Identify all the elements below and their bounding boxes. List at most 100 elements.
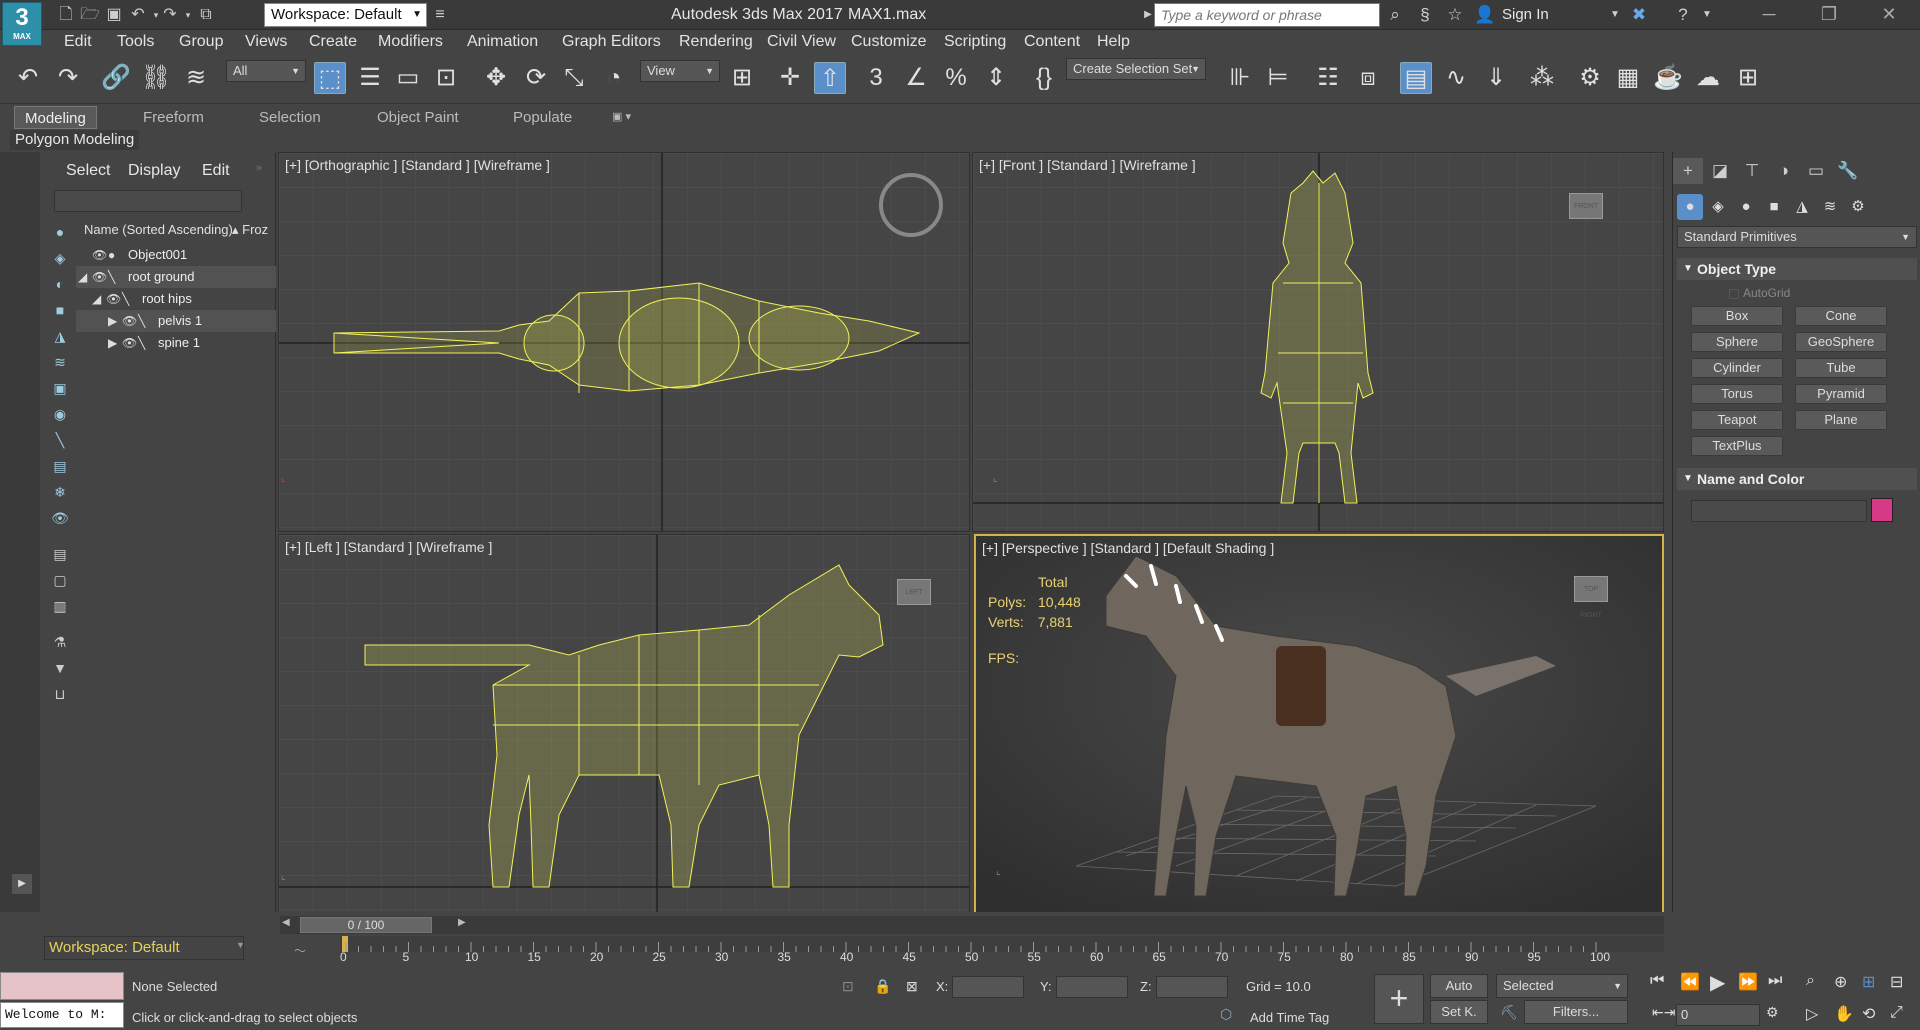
visibility-eye-icon[interactable]: 👁 [92, 244, 107, 266]
object-type-rollout-header[interactable]: ▼ Object Type [1677, 258, 1917, 280]
display-shapes-icon[interactable]: ◈ [50, 248, 70, 268]
sync-selection-icon[interactable]: ⚗ [50, 632, 70, 652]
time-configuration-icon[interactable]: ⚙ [1766, 1004, 1779, 1021]
menu-views[interactable]: Views [245, 30, 287, 54]
menu-create[interactable]: Create [309, 30, 357, 54]
spacewarps-category-icon[interactable]: ≋ [1817, 194, 1843, 220]
placement-icon[interactable]: ◔ [598, 62, 630, 94]
display-xrefs-icon[interactable]: ◉ [50, 404, 70, 424]
sign-in-link[interactable]: Sign In [1502, 0, 1549, 30]
primitive-type-dropdown[interactable]: Standard Primitives ▼ [1677, 226, 1917, 248]
filter-icon[interactable]: ▼ [50, 658, 70, 678]
viewport-orthographic[interactable]: [+] [Orthographic ] [Standard ] [Wirefra… [278, 152, 970, 532]
maximize-button[interactable]: ❐ [1806, 0, 1852, 30]
visibility-eye-icon[interactable]: 👁 [122, 310, 137, 332]
menu-rendering[interactable]: Rendering [679, 30, 753, 54]
hierarchy-tab-icon[interactable]: ⊤ [1737, 158, 1767, 184]
create-tube-button[interactable]: Tube [1795, 358, 1887, 378]
set-key-icon[interactable]: + [1374, 974, 1424, 1024]
percent-snap-icon[interactable]: % [940, 62, 972, 94]
tree-row-object001[interactable]: 👁 ● Object001 [76, 244, 276, 266]
quick-access-menu-icon[interactable]: ≡ [430, 5, 450, 25]
display-cameras-icon[interactable]: ■ [50, 300, 70, 320]
rectangular-selection-icon[interactable]: ▭ [392, 62, 424, 94]
zoom-all-icon[interactable]: ⊕ [1834, 972, 1847, 992]
menu-help[interactable]: Help [1097, 30, 1130, 54]
utilities-tab-icon[interactable]: 🔧 [1833, 158, 1863, 184]
app-logo[interactable]: 3 MAX [2, 2, 42, 46]
schematic-view-icon[interactable]: ⇓ [1480, 62, 1512, 94]
ribbon-panel-polygon-modeling[interactable]: Polygon Modeling [10, 130, 140, 150]
viewcube-perspective-icon[interactable]: TOP RIGHT [1574, 576, 1608, 619]
explorer-column-header[interactable]: Name (Sorted Ascending) ▴ Froz [76, 220, 312, 240]
tree-row-spine-1[interactable]: ▶ 👁 ╲ spine 1 [76, 332, 276, 354]
select-by-name-icon[interactable]: ☰ [354, 62, 386, 94]
display-spacewarps-icon[interactable]: ≋ [50, 352, 70, 372]
bind-space-warp-icon[interactable]: ≋ [180, 62, 212, 94]
autogrid-checkbox[interactable]: AutoGrid [1729, 286, 1790, 300]
isolate-selection-icon[interactable]: ⊡ [842, 978, 854, 995]
goto-start-icon[interactable]: ⏮ [1650, 972, 1664, 990]
current-frame-field[interactable]: 0 [1676, 1004, 1760, 1026]
reference-coordinate-dropdown[interactable]: View ▼ [640, 60, 720, 82]
create-box-button[interactable]: Box [1691, 306, 1783, 326]
y-coordinate-field[interactable] [1056, 976, 1128, 998]
viewport-label[interactable]: [+] [Left ] [Standard ] [Wireframe ] [285, 539, 492, 555]
create-cone-button[interactable]: Cone [1795, 306, 1887, 326]
select-object-icon[interactable]: ⬚ [314, 62, 346, 94]
new-file-icon[interactable]: 🗋 [56, 5, 76, 25]
menu-modifiers[interactable]: Modifiers [378, 30, 443, 54]
binoculars-icon[interactable]: ⌕ [1384, 4, 1406, 26]
viewport-label[interactable]: [+] [Front ] [Standard ] [Wireframe ] [979, 157, 1196, 173]
create-sphere-button[interactable]: Sphere [1691, 332, 1783, 352]
move-icon[interactable]: ✥ [480, 62, 512, 94]
menu-scripting[interactable]: Scripting [944, 30, 1006, 54]
pan-view-icon[interactable]: ✋ [1834, 1004, 1854, 1024]
curve-editor-icon[interactable]: ∿ [1440, 62, 1472, 94]
open-file-icon[interactable]: 🗁 [80, 5, 100, 25]
next-frame-icon[interactable]: ▶ [458, 917, 466, 928]
redo-icon[interactable]: ↷ [160, 5, 180, 25]
a360-gallery-icon[interactable]: ⊞ [1732, 62, 1764, 94]
viewcube-front-icon[interactable]: FRONT [1569, 193, 1603, 219]
selection-lock-icon[interactable]: 🔒 [874, 978, 891, 995]
display-bones-icon[interactable]: ╲ [50, 430, 70, 450]
visibility-eye-icon[interactable]: 👁 [92, 266, 107, 288]
scale-icon[interactable]: ⤡ [558, 62, 590, 94]
maxscript-listener-input[interactable] [0, 972, 124, 1000]
create-pyramid-button[interactable]: Pyramid [1795, 384, 1887, 404]
ribbon-options-icon[interactable]: ▣ ▾ [612, 106, 631, 129]
viewport-perspective[interactable]: [+] [Perspective ] [Standard ] [Default … [974, 534, 1664, 914]
auto-key-button[interactable]: Auto [1430, 974, 1488, 998]
visibility-eye-icon[interactable]: 👁 [106, 288, 121, 310]
menu-graph-editors[interactable]: Graph Editors [562, 30, 661, 54]
viewcube-compass-icon[interactable] [879, 173, 943, 237]
z-coordinate-field[interactable] [1156, 976, 1228, 998]
shapes-category-icon[interactable]: ◈ [1705, 194, 1731, 220]
viewcube-left-icon[interactable]: LEFT [897, 579, 931, 605]
named-selection-icon[interactable]: {} [1028, 62, 1060, 94]
menu-content[interactable]: Content [1024, 30, 1080, 54]
key-mode-toggle-icon[interactable]: ⇤⇥ [1652, 1004, 1675, 1021]
display-particles-icon[interactable]: ❄ [50, 482, 70, 502]
motion-tab-icon[interactable]: ◑ [1769, 158, 1799, 184]
zoom-extents-all-icon[interactable]: ⊟ [1890, 972, 1903, 992]
hierarchy-icon[interactable]: ⊔ [50, 684, 70, 704]
save-file-icon[interactable]: ▣ [104, 5, 124, 25]
workspace-status-selector[interactable]: Workspace: Default [44, 936, 244, 960]
menu-group[interactable]: Group [179, 30, 223, 54]
menu-customize[interactable]: Customize [851, 30, 927, 54]
modify-tab-icon[interactable]: ◪ [1705, 158, 1735, 184]
collapse-triangle-icon[interactable]: ◢ [78, 266, 87, 288]
menu-edit[interactable]: Edit [64, 30, 92, 54]
display-groups-icon[interactable]: ▣ [50, 378, 70, 398]
prev-frame-icon[interactable]: ◀ [282, 917, 290, 928]
curve-editor-mini-icon[interactable]: 〜 [294, 942, 306, 959]
display-lights-icon[interactable]: ◐ [50, 274, 70, 294]
create-plane-button[interactable]: Plane [1795, 410, 1887, 430]
explorer-tab-select[interactable]: Select [66, 162, 110, 180]
user-icon[interactable]: 👤 [1474, 4, 1496, 26]
unlink-icon[interactable]: ⛓ [140, 62, 172, 94]
rendered-frame-window-icon[interactable]: ▦ [1612, 62, 1644, 94]
create-teapot-button[interactable]: Teapot [1691, 410, 1783, 430]
